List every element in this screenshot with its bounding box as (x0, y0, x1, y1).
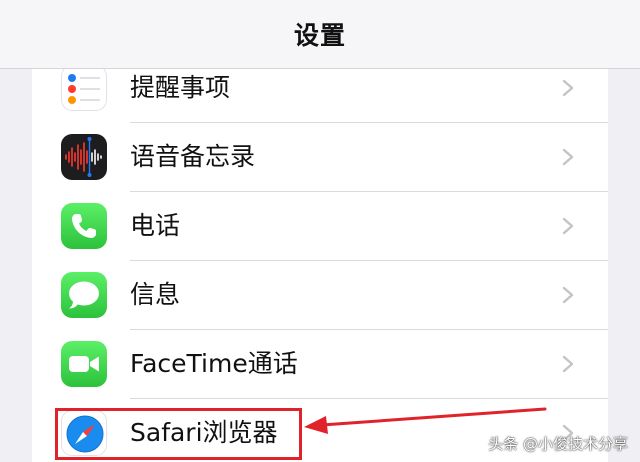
facetime-icon (61, 341, 107, 387)
settings-row-label: FaceTime通话 (130, 349, 298, 378)
settings-row-facetime[interactable]: FaceTime通话 (32, 329, 608, 399)
settings-row-label: 电话 (130, 211, 181, 240)
phone-icon (61, 203, 107, 249)
voice-memos-icon (61, 134, 107, 180)
settings-list: 提醒事项 语音备忘录 电话 信息 FaceTime通话 Safari浏览器 (32, 69, 608, 462)
messages-icon (61, 272, 107, 318)
settings-row-reminders[interactable]: 提醒事项 (32, 69, 608, 123)
chevron-right-icon (562, 286, 574, 304)
settings-row-phone[interactable]: 电话 (32, 191, 608, 261)
chevron-right-icon (562, 355, 574, 373)
reminders-icon (61, 69, 107, 111)
settings-row-label: 语音备忘录 (130, 142, 256, 171)
settings-row-messages[interactable]: 信息 (32, 260, 608, 330)
page-title: 设置 (293, 21, 346, 50)
chevron-right-icon (562, 148, 574, 166)
settings-row-voice-memos[interactable]: 语音备忘录 (32, 122, 608, 192)
chevron-right-icon (562, 79, 574, 97)
settings-row-label: 信息 (130, 280, 181, 309)
highlight-box (55, 408, 302, 460)
chevron-right-icon (562, 217, 574, 235)
navigation-bar: 设置 (0, 0, 640, 69)
watermark: 头条 @小俊技术分享 (488, 435, 628, 453)
settings-row-label: 提醒事项 (130, 73, 231, 102)
